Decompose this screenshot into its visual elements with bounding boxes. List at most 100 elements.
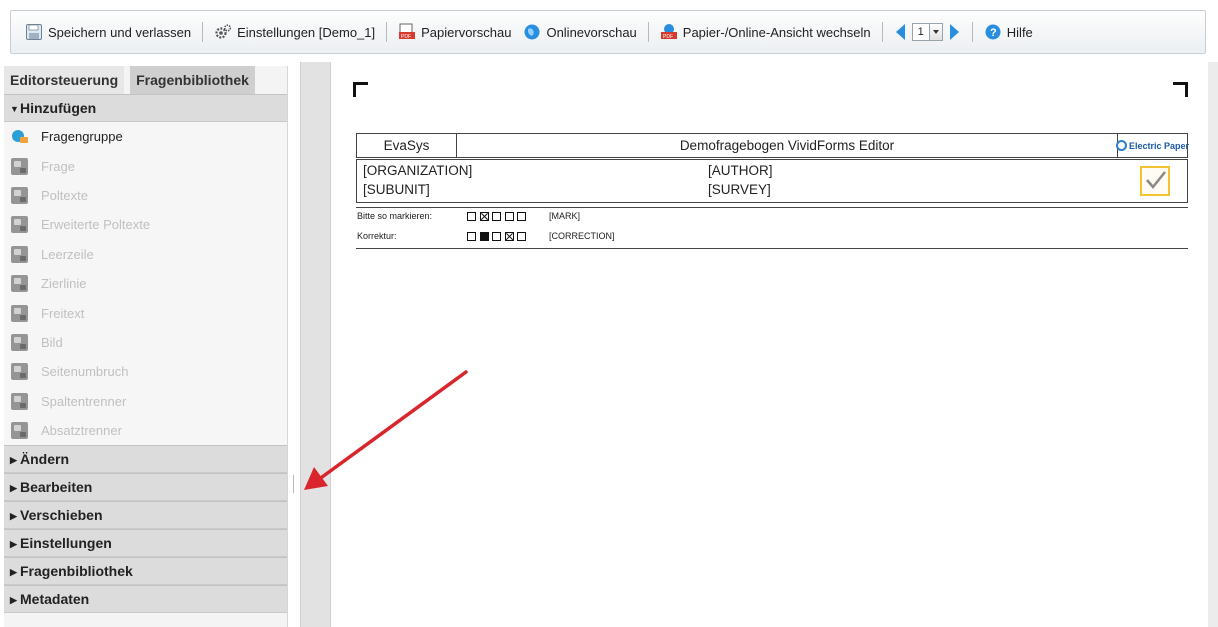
section-add-label: Hinzufügen [20, 100, 97, 116]
caret-down-icon: ▼ [10, 104, 19, 114]
header-title: Demofragebogen VividForms Editor [679, 138, 895, 153]
mark-label: Bitte so markieren: [357, 211, 433, 221]
section-question-library-label: Fragenbibliothek [20, 563, 133, 580]
blank-line-icon [11, 245, 28, 263]
section-change[interactable]: ▶ Ändern [4, 445, 287, 474]
mark-instruction-row: Bitte so markieren: [MARK] [357, 211, 580, 221]
add-item-label: Freitext [41, 305, 85, 321]
section-move[interactable]: ▶ Verschieben [4, 501, 287, 530]
add-item-blank-line: Leerzeile [4, 240, 287, 269]
svg-text:PDF: PDF [401, 34, 411, 40]
sidebar: Editorsteuerung Fragenbibliothek ▼Hinzuf… [4, 66, 288, 627]
toolbar-separator [881, 22, 883, 42]
electric-paper-logo: Electric Paper [1115, 140, 1189, 151]
switch-view-icon: PDF [660, 24, 677, 40]
section-add[interactable]: ▼Hinzufügen [4, 94, 287, 122]
toolbar-separator [386, 22, 388, 42]
document-page: EvaSys Demofragebogen VividForms Editor … [330, 62, 1208, 627]
section-metadata-label: Metadaten [20, 591, 90, 608]
previous-page-icon[interactable] [895, 24, 905, 40]
section-question-library[interactable]: ▶ Fragenbibliothek [4, 557, 287, 586]
empty-box [492, 231, 501, 241]
splitter-handle[interactable] [293, 475, 294, 493]
page-select[interactable]: 1 [911, 23, 943, 41]
add-item-image: Bild [4, 328, 287, 357]
add-item-extended-pole-texts: Erweiterte Poltexte [4, 210, 287, 239]
checkmark-icon [1140, 166, 1170, 196]
caret-right-icon: ▶ [10, 511, 17, 522]
image-icon [11, 333, 28, 351]
mark-placeholder: [MARK] [549, 211, 581, 221]
help-label: Hilfe [1006, 24, 1033, 40]
crossed-box [504, 231, 514, 241]
organization-field: [ORGANIZATION] [363, 163, 473, 178]
page-number: 1 [917, 26, 924, 38]
online-preview-label: Onlinevorschau [546, 24, 637, 40]
section-edit-label: Bearbeiten [20, 479, 93, 496]
add-item-free-text: Freitext [4, 298, 287, 327]
tab-editor-control[interactable]: Editorsteuerung [4, 66, 125, 94]
empty-box [517, 211, 526, 221]
correction-instruction-row: Korrektur: [CORRECTION] [357, 231, 615, 241]
add-item-label: Frage [41, 158, 75, 174]
divider [356, 248, 1188, 249]
svg-text:PDF: PDF [663, 34, 673, 40]
add-items-list: Fragengruppe Frage Poltexte Erweiterte P… [4, 122, 287, 446]
free-text-icon [11, 304, 28, 322]
add-item-pole-texts: Poltexte [4, 181, 287, 210]
add-item-decorative-line: Zierlinie [4, 269, 287, 298]
empty-box [467, 231, 476, 241]
add-item-label: Absatztrenner [41, 423, 122, 439]
add-item-paragraph-separator: Absatztrenner [4, 416, 287, 445]
add-item-question-group[interactable]: Fragengruppe [4, 122, 287, 151]
add-item-label: Zierlinie [41, 276, 87, 292]
empty-box [467, 211, 476, 221]
toolbar-separator [202, 22, 204, 42]
correction-label: Korrektur: [357, 231, 397, 241]
header-system-name: EvaSys [357, 134, 457, 157]
registration-mark-right [1173, 82, 1188, 97]
caret-right-icon: ▶ [10, 539, 17, 550]
empty-box [492, 211, 501, 221]
online-preview-button[interactable]: Onlinevorschau [517, 17, 642, 47]
page-navigator: 1 [888, 23, 967, 41]
add-item-question: Frage [4, 151, 287, 180]
add-item-label: Erweiterte Poltexte [41, 217, 151, 233]
add-item-page-break: Seitenumbruch [4, 357, 287, 386]
settings-label: Einstellungen [Demo_1] [237, 24, 376, 40]
pole-text-icon [11, 186, 28, 204]
switch-view-button[interactable]: PDF Papier-/Online-Ansicht wechseln [654, 17, 877, 47]
panel-splitter[interactable] [288, 62, 300, 627]
page-break-icon [11, 363, 28, 381]
extended-pole-text-icon [11, 216, 28, 234]
chevron-down-icon[interactable] [928, 24, 942, 40]
save-and-exit-button[interactable]: Speichern und verlassen [19, 17, 197, 47]
question-group-icon [11, 128, 28, 145]
add-item-label: Bild [41, 334, 63, 350]
crossed-box [479, 211, 489, 221]
globe-icon [524, 24, 540, 40]
floppy-disk-icon [26, 24, 42, 40]
author-field: [AUTHOR] [708, 163, 773, 178]
canvas-margin [300, 62, 330, 627]
settings-button[interactable]: Einstellungen [Demo_1] [208, 17, 381, 47]
paper-preview-label: Papiervorschau [421, 24, 512, 40]
empty-box [517, 231, 526, 241]
add-item-label: Fragengruppe [41, 129, 123, 145]
correction-example-boxes [467, 231, 549, 241]
caret-right-icon: ▶ [10, 455, 17, 466]
section-settings-label: Einstellungen [20, 535, 112, 552]
section-settings[interactable]: ▶ Einstellungen [4, 529, 287, 558]
next-page-icon[interactable] [949, 24, 959, 40]
paragraph-separator-icon [11, 422, 28, 440]
tab-question-library[interactable]: Fragenbibliothek [130, 66, 255, 94]
toolbar: Speichern und verlassen Einstellungen [D… [10, 10, 1206, 54]
document-info: [ORGANIZATION] [AUTHOR] [SUBUNIT] [SURVE… [356, 159, 1188, 203]
help-button[interactable]: ? Hilfe [978, 17, 1039, 47]
section-metadata[interactable]: ▶ Metadaten [4, 585, 287, 614]
section-edit[interactable]: ▶ Bearbeiten [4, 473, 287, 502]
logo-swirl-icon [1115, 140, 1127, 151]
paper-preview-button[interactable]: PDF Papiervorschau [392, 17, 517, 47]
save-and-exit-label: Speichern und verlassen [48, 24, 192, 40]
gears-icon [215, 24, 232, 39]
